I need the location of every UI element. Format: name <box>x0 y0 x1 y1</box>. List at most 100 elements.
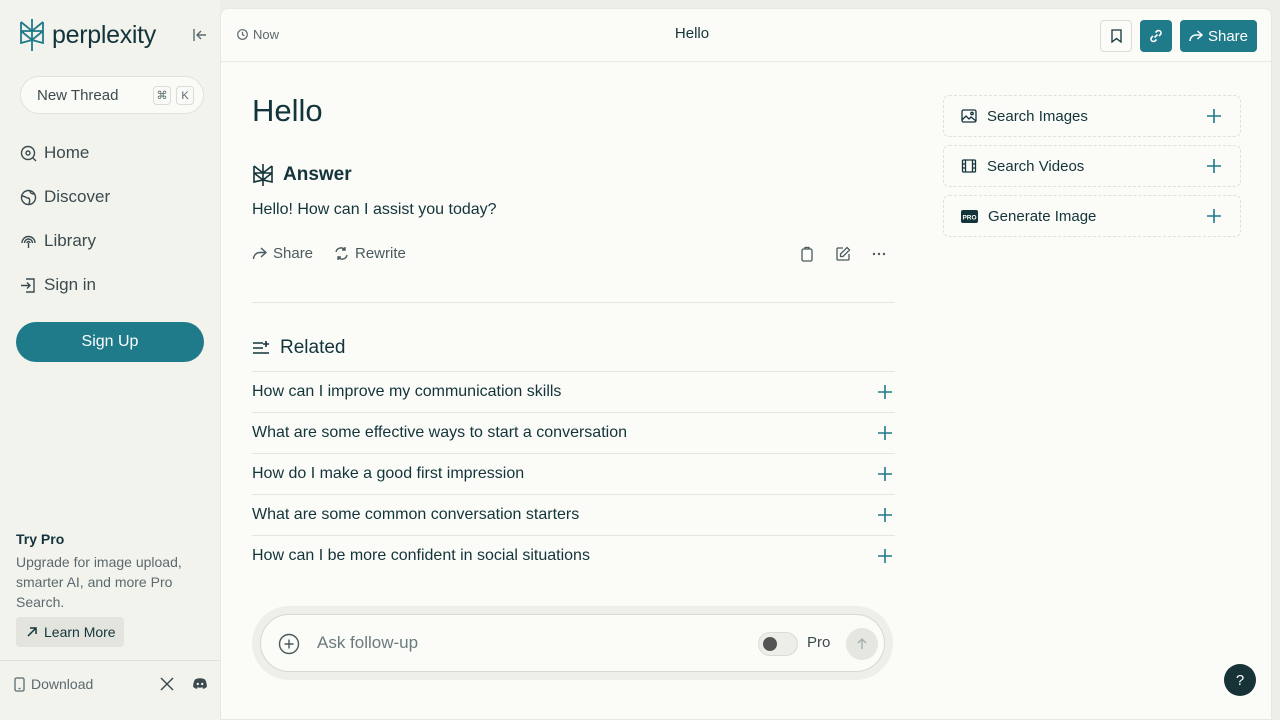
sign-in-icon <box>21 277 35 293</box>
sidebar-item-label: Library <box>44 231 96 250</box>
sidebar-item-discover[interactable]: Discover <box>20 182 110 212</box>
learn-more-label: Learn More <box>44 624 116 640</box>
cmd-key: ⌘ <box>153 86 171 105</box>
help-button[interactable]: ? <box>1224 664 1256 696</box>
related-item[interactable]: How can I be more confident in social si… <box>252 535 895 576</box>
query-title: Hello <box>252 93 323 128</box>
collapse-sidebar-button[interactable] <box>190 26 210 44</box>
generate-image-button[interactable]: PRO Generate Image <box>943 195 1241 237</box>
search-videos-button[interactable]: Search Videos <box>943 145 1241 187</box>
plus-icon <box>1207 109 1221 123</box>
related-item-text: How do I make a good first impression <box>252 465 525 482</box>
related-item[interactable]: What are some effective ways to start a … <box>252 412 895 453</box>
perplexity-logo[interactable]: perplexity <box>18 18 156 52</box>
related-list-icon <box>253 341 269 354</box>
svg-text:PRO: PRO <box>962 214 976 221</box>
thread-title: Hello <box>674 25 710 42</box>
discord-icon[interactable] <box>192 676 208 692</box>
plus-icon <box>878 385 892 399</box>
copy-link-button[interactable] <box>1140 20 1172 52</box>
share-answer-button[interactable]: Share <box>252 245 313 262</box>
generate-image-label: Generate Image <box>988 207 1097 225</box>
plus-icon <box>878 549 892 563</box>
share-icon <box>252 247 267 260</box>
section-divider <box>252 302 895 303</box>
plus-icon <box>878 426 892 440</box>
thread-topbar: Now Hello Share <box>221 9 1271 62</box>
try-pro-title: Try Pro <box>16 531 65 547</box>
plus-icon <box>1207 159 1221 173</box>
plus-icon <box>878 508 892 522</box>
related-list: How can I improve my communication skill… <box>252 371 895 576</box>
sidebar-item-sign-in[interactable]: Sign in <box>20 270 96 300</box>
plus-icon <box>1207 209 1221 223</box>
follow-up-container: Pro <box>252 606 893 680</box>
related-heading: Related <box>252 337 346 359</box>
sidebar-item-label: Discover <box>44 187 111 206</box>
x-twitter-icon[interactable] <box>159 676 175 692</box>
link-icon <box>1150 29 1162 43</box>
related-item[interactable]: How do I make a good first impression <box>252 453 895 494</box>
home-search-icon <box>20 145 37 161</box>
download-link[interactable]: Download <box>14 676 93 692</box>
k-key: K <box>176 86 194 105</box>
sidebar-item-library[interactable]: Library <box>20 226 96 256</box>
copy-icon[interactable] <box>799 246 815 262</box>
share-icon <box>1189 30 1203 42</box>
new-thread-label: New Thread <box>37 86 119 104</box>
related-item[interactable]: How can I improve my communication skill… <box>252 371 895 412</box>
follow-up-input[interactable] <box>317 631 737 655</box>
related-heading-label: Related <box>280 337 346 358</box>
sign-up-button[interactable]: Sign Up <box>16 322 204 362</box>
more-options-icon[interactable] <box>871 246 887 262</box>
search-videos-label: Search Videos <box>987 157 1085 175</box>
learn-more-button[interactable]: Learn More <box>16 617 124 647</box>
download-label: Download <box>31 676 94 692</box>
related-item-text: How can I improve my communication skill… <box>252 383 562 400</box>
submit-button[interactable] <box>846 628 878 660</box>
phone-icon <box>14 676 25 692</box>
bookmark-icon <box>1110 29 1122 43</box>
sidebar-item-label: Sign in <box>44 275 96 294</box>
arrow-up-icon <box>857 638 867 649</box>
try-pro-description: Upgrade for image upload, smarter AI, an… <box>16 554 182 610</box>
pro-badge-icon: PRO <box>961 209 978 223</box>
image-icon <box>961 109 977 123</box>
answer-heading-label: Answer <box>283 164 352 185</box>
share-thread-button[interactable]: Share <box>1180 20 1257 52</box>
rewrite-button[interactable]: Rewrite <box>334 245 406 262</box>
attach-plus-icon[interactable] <box>278 633 300 655</box>
search-images-button[interactable]: Search Images <box>943 95 1241 137</box>
video-icon <box>961 159 977 173</box>
pro-toggle[interactable] <box>758 632 798 656</box>
new-thread-button[interactable]: New Thread ⌘ K <box>20 76 204 114</box>
related-item-text: How can I be more confident in social si… <box>252 547 590 564</box>
collapse-icon <box>193 29 206 41</box>
library-icon <box>21 235 36 248</box>
pro-label: Pro <box>807 634 831 651</box>
follow-up-box: Pro <box>260 614 885 672</box>
sidebar-footer: Download <box>0 660 220 720</box>
globe-icon <box>20 189 37 205</box>
pro-toggle-knob <box>763 637 777 651</box>
arrow-up-right-icon <box>27 627 37 637</box>
sidebar-item-home[interactable]: Home <box>20 138 89 168</box>
sidebar-item-label: Home <box>44 143 90 162</box>
share-label: Share <box>1207 27 1249 45</box>
related-item-text: What are some effective ways to start a … <box>252 424 627 441</box>
edit-icon[interactable] <box>835 246 851 262</box>
answer-text: Hello! How can I assist you today? <box>252 201 497 218</box>
share-answer-label: Share <box>273 245 314 262</box>
search-images-label: Search Images <box>987 107 1088 125</box>
perplexity-answer-icon <box>253 164 273 186</box>
answer-heading: Answer <box>252 163 352 187</box>
bookmark-button[interactable] <box>1100 20 1132 52</box>
plus-icon <box>878 467 892 481</box>
sidebar: perplexity New Thread ⌘ K Home Discover … <box>0 0 220 720</box>
rewrite-label: Rewrite <box>355 245 406 262</box>
main-panel: Now Hello Share Hello Answer Hello! How … <box>220 8 1272 720</box>
related-item[interactable]: What are some common conversation starte… <box>252 494 895 535</box>
perplexity-logo-icon <box>20 19 44 51</box>
related-item-text: What are some common conversation starte… <box>252 506 580 523</box>
rewrite-icon <box>335 247 348 260</box>
